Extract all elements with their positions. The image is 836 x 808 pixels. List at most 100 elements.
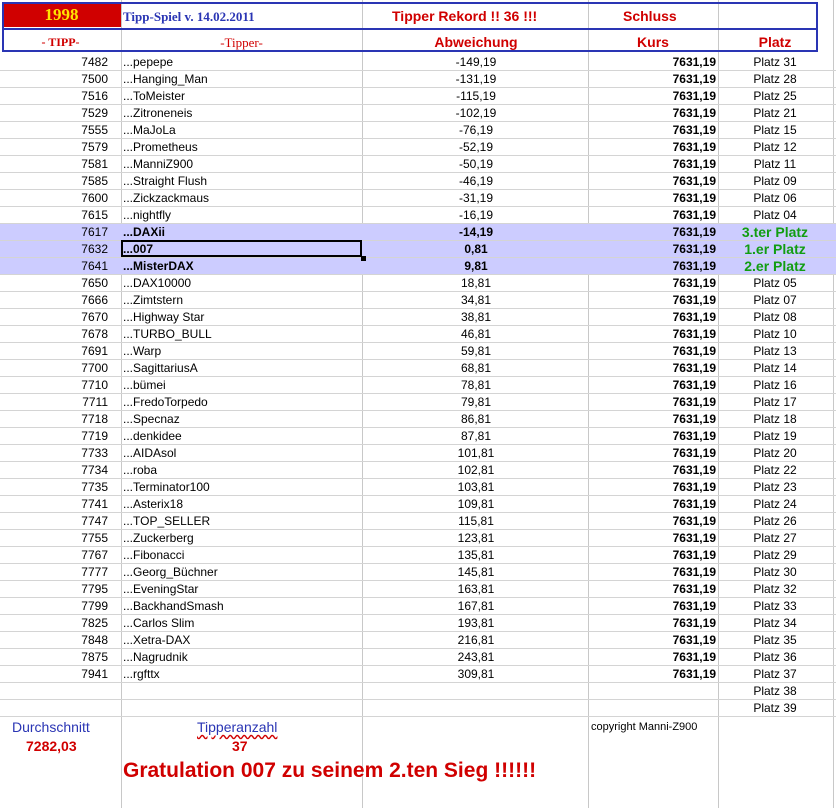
- tipper-name-cell[interactable]: ...ManniZ900: [123, 156, 361, 172]
- platz-cell[interactable]: Platz 13: [720, 343, 830, 359]
- tipp-cell[interactable]: 7719: [0, 428, 108, 444]
- abweichung-cell[interactable]: 115,81: [364, 513, 588, 529]
- kurs-cell[interactable]: 7631,19: [590, 462, 716, 478]
- tipp-cell[interactable]: 7585: [0, 173, 108, 189]
- platz-cell[interactable]: Platz 16: [720, 377, 830, 393]
- tipp-cell[interactable]: 7529: [0, 105, 108, 121]
- fill-handle[interactable]: [361, 256, 366, 261]
- kurs-cell[interactable]: 7631,19: [590, 173, 716, 189]
- kurs-cell[interactable]: 7631,19: [590, 513, 716, 529]
- record-title[interactable]: Tipper Rekord !! 36 !!!: [392, 8, 537, 24]
- abweichung-cell[interactable]: 46,81: [364, 326, 588, 342]
- abweichung-cell[interactable]: -16,19: [364, 207, 588, 223]
- kurs-cell[interactable]: 7631,19: [590, 309, 716, 325]
- tipp-cell[interactable]: 7555: [0, 122, 108, 138]
- kurs-cell[interactable]: 7631,19: [590, 564, 716, 580]
- abweichung-cell[interactable]: 101,81: [364, 445, 588, 461]
- abweichung-cell[interactable]: -31,19: [364, 190, 588, 206]
- tipper-name-cell[interactable]: ...nightfly: [123, 207, 361, 223]
- kurs-cell[interactable]: 7631,19: [590, 139, 716, 155]
- abweichung-cell[interactable]: 79,81: [364, 394, 588, 410]
- abweichung-cell[interactable]: 59,81: [364, 343, 588, 359]
- abweichung-cell[interactable]: 103,81: [364, 479, 588, 495]
- platz-cell[interactable]: 3.ter Platz: [720, 224, 830, 240]
- kurs-cell[interactable]: 7631,19: [590, 122, 716, 138]
- tipper-name-cell[interactable]: ...TURBO_BULL: [123, 326, 361, 342]
- platz-cell[interactable]: Platz 20: [720, 445, 830, 461]
- tipper-name-cell[interactable]: ...BackhandSmash: [123, 598, 361, 614]
- durchschnitt-label[interactable]: Durchschnitt: [12, 719, 90, 735]
- abweichung-cell[interactable]: -46,19: [364, 173, 588, 189]
- tipper-name-cell[interactable]: [123, 700, 361, 716]
- kurs-cell[interactable]: 7631,19: [590, 496, 716, 512]
- abweichung-cell[interactable]: 109,81: [364, 496, 588, 512]
- tipp-cell[interactable]: [0, 700, 108, 716]
- platz-cell[interactable]: Platz 32: [720, 581, 830, 597]
- tipp-cell[interactable]: 7741: [0, 496, 108, 512]
- tipper-name-cell[interactable]: ...pepepe: [123, 54, 361, 70]
- abweichung-cell[interactable]: -76,19: [364, 122, 588, 138]
- kurs-cell[interactable]: 7631,19: [590, 547, 716, 563]
- platz-cell[interactable]: Platz 09: [720, 173, 830, 189]
- col-header-platz[interactable]: Platz: [720, 34, 830, 50]
- tipp-cell[interactable]: 7799: [0, 598, 108, 614]
- abweichung-cell[interactable]: 216,81: [364, 632, 588, 648]
- abweichung-cell[interactable]: 78,81: [364, 377, 588, 393]
- kurs-cell[interactable]: 7631,19: [590, 581, 716, 597]
- platz-cell[interactable]: Platz 24: [720, 496, 830, 512]
- abweichung-cell[interactable]: -149,19: [364, 54, 588, 70]
- tipp-cell[interactable]: 7755: [0, 530, 108, 546]
- platz-cell[interactable]: Platz 08: [720, 309, 830, 325]
- tipper-name-cell[interactable]: ...Zuckerberg: [123, 530, 361, 546]
- kurs-cell[interactable]: 7631,19: [590, 666, 716, 682]
- platz-cell[interactable]: Platz 14: [720, 360, 830, 376]
- tipp-cell[interactable]: 7516: [0, 88, 108, 104]
- kurs-cell[interactable]: 7631,19: [590, 326, 716, 342]
- tipp-cell[interactable]: 7700: [0, 360, 108, 376]
- kurs-cell[interactable]: 7631,19: [590, 530, 716, 546]
- tipperanzahl-label[interactable]: Tipperanzahl: [197, 719, 277, 735]
- kurs-cell[interactable]: 7631,19: [590, 360, 716, 376]
- tipperanzahl-value[interactable]: 37: [232, 738, 248, 754]
- kurs-cell[interactable]: 7631,19: [590, 207, 716, 223]
- platz-cell[interactable]: Platz 10: [720, 326, 830, 342]
- platz-cell[interactable]: Platz 04: [720, 207, 830, 223]
- tipper-name-cell[interactable]: ...Prometheus: [123, 139, 361, 155]
- tipp-cell[interactable]: 7710: [0, 377, 108, 393]
- copyright-text[interactable]: copyright Manni-Z900: [591, 721, 697, 733]
- tipper-name-cell[interactable]: ...ToMeister: [123, 88, 361, 104]
- platz-cell[interactable]: Platz 18: [720, 411, 830, 427]
- gratulation-banner[interactable]: Gratulation 007 zu seinem 2.ten Sieg !!!…: [123, 759, 536, 783]
- abweichung-cell[interactable]: -131,19: [364, 71, 588, 87]
- abweichung-cell[interactable]: 18,81: [364, 275, 588, 291]
- kurs-cell[interactable]: 7631,19: [590, 224, 716, 240]
- platz-cell[interactable]: Platz 15: [720, 122, 830, 138]
- col-header-tipp[interactable]: - TIPP-: [0, 35, 121, 50]
- tipp-cell[interactable]: 7500: [0, 71, 108, 87]
- tipp-cell[interactable]: 7666: [0, 292, 108, 308]
- platz-cell[interactable]: Platz 27: [720, 530, 830, 546]
- platz-cell[interactable]: Platz 05: [720, 275, 830, 291]
- tipper-name-cell[interactable]: ...Warp: [123, 343, 361, 359]
- tipper-name-cell[interactable]: ...Zimtstern: [123, 292, 361, 308]
- platz-cell[interactable]: Platz 07: [720, 292, 830, 308]
- abweichung-cell[interactable]: 38,81: [364, 309, 588, 325]
- durchschnitt-value[interactable]: 7282,03: [26, 738, 77, 754]
- tipper-name-cell[interactable]: ...SagittariusA: [123, 360, 361, 376]
- tipp-cell[interactable]: 7777: [0, 564, 108, 580]
- platz-cell[interactable]: Platz 21: [720, 105, 830, 121]
- tipp-cell[interactable]: 7579: [0, 139, 108, 155]
- schluss-label[interactable]: Schluss: [623, 8, 677, 24]
- abweichung-cell[interactable]: -14,19: [364, 224, 588, 240]
- platz-cell[interactable]: Platz 31: [720, 54, 830, 70]
- kurs-cell[interactable]: 7631,19: [590, 292, 716, 308]
- tipper-name-cell[interactable]: ...roba: [123, 462, 361, 478]
- tipper-name-cell[interactable]: ...MisterDAX: [123, 258, 361, 274]
- platz-cell[interactable]: Platz 29: [720, 547, 830, 563]
- kurs-cell[interactable]: [590, 683, 716, 699]
- abweichung-cell[interactable]: 163,81: [364, 581, 588, 597]
- kurs-cell[interactable]: 7631,19: [590, 632, 716, 648]
- tipp-cell[interactable]: 7641: [0, 258, 108, 274]
- abweichung-cell[interactable]: 102,81: [364, 462, 588, 478]
- tipper-name-cell[interactable]: ...denkidee: [123, 428, 361, 444]
